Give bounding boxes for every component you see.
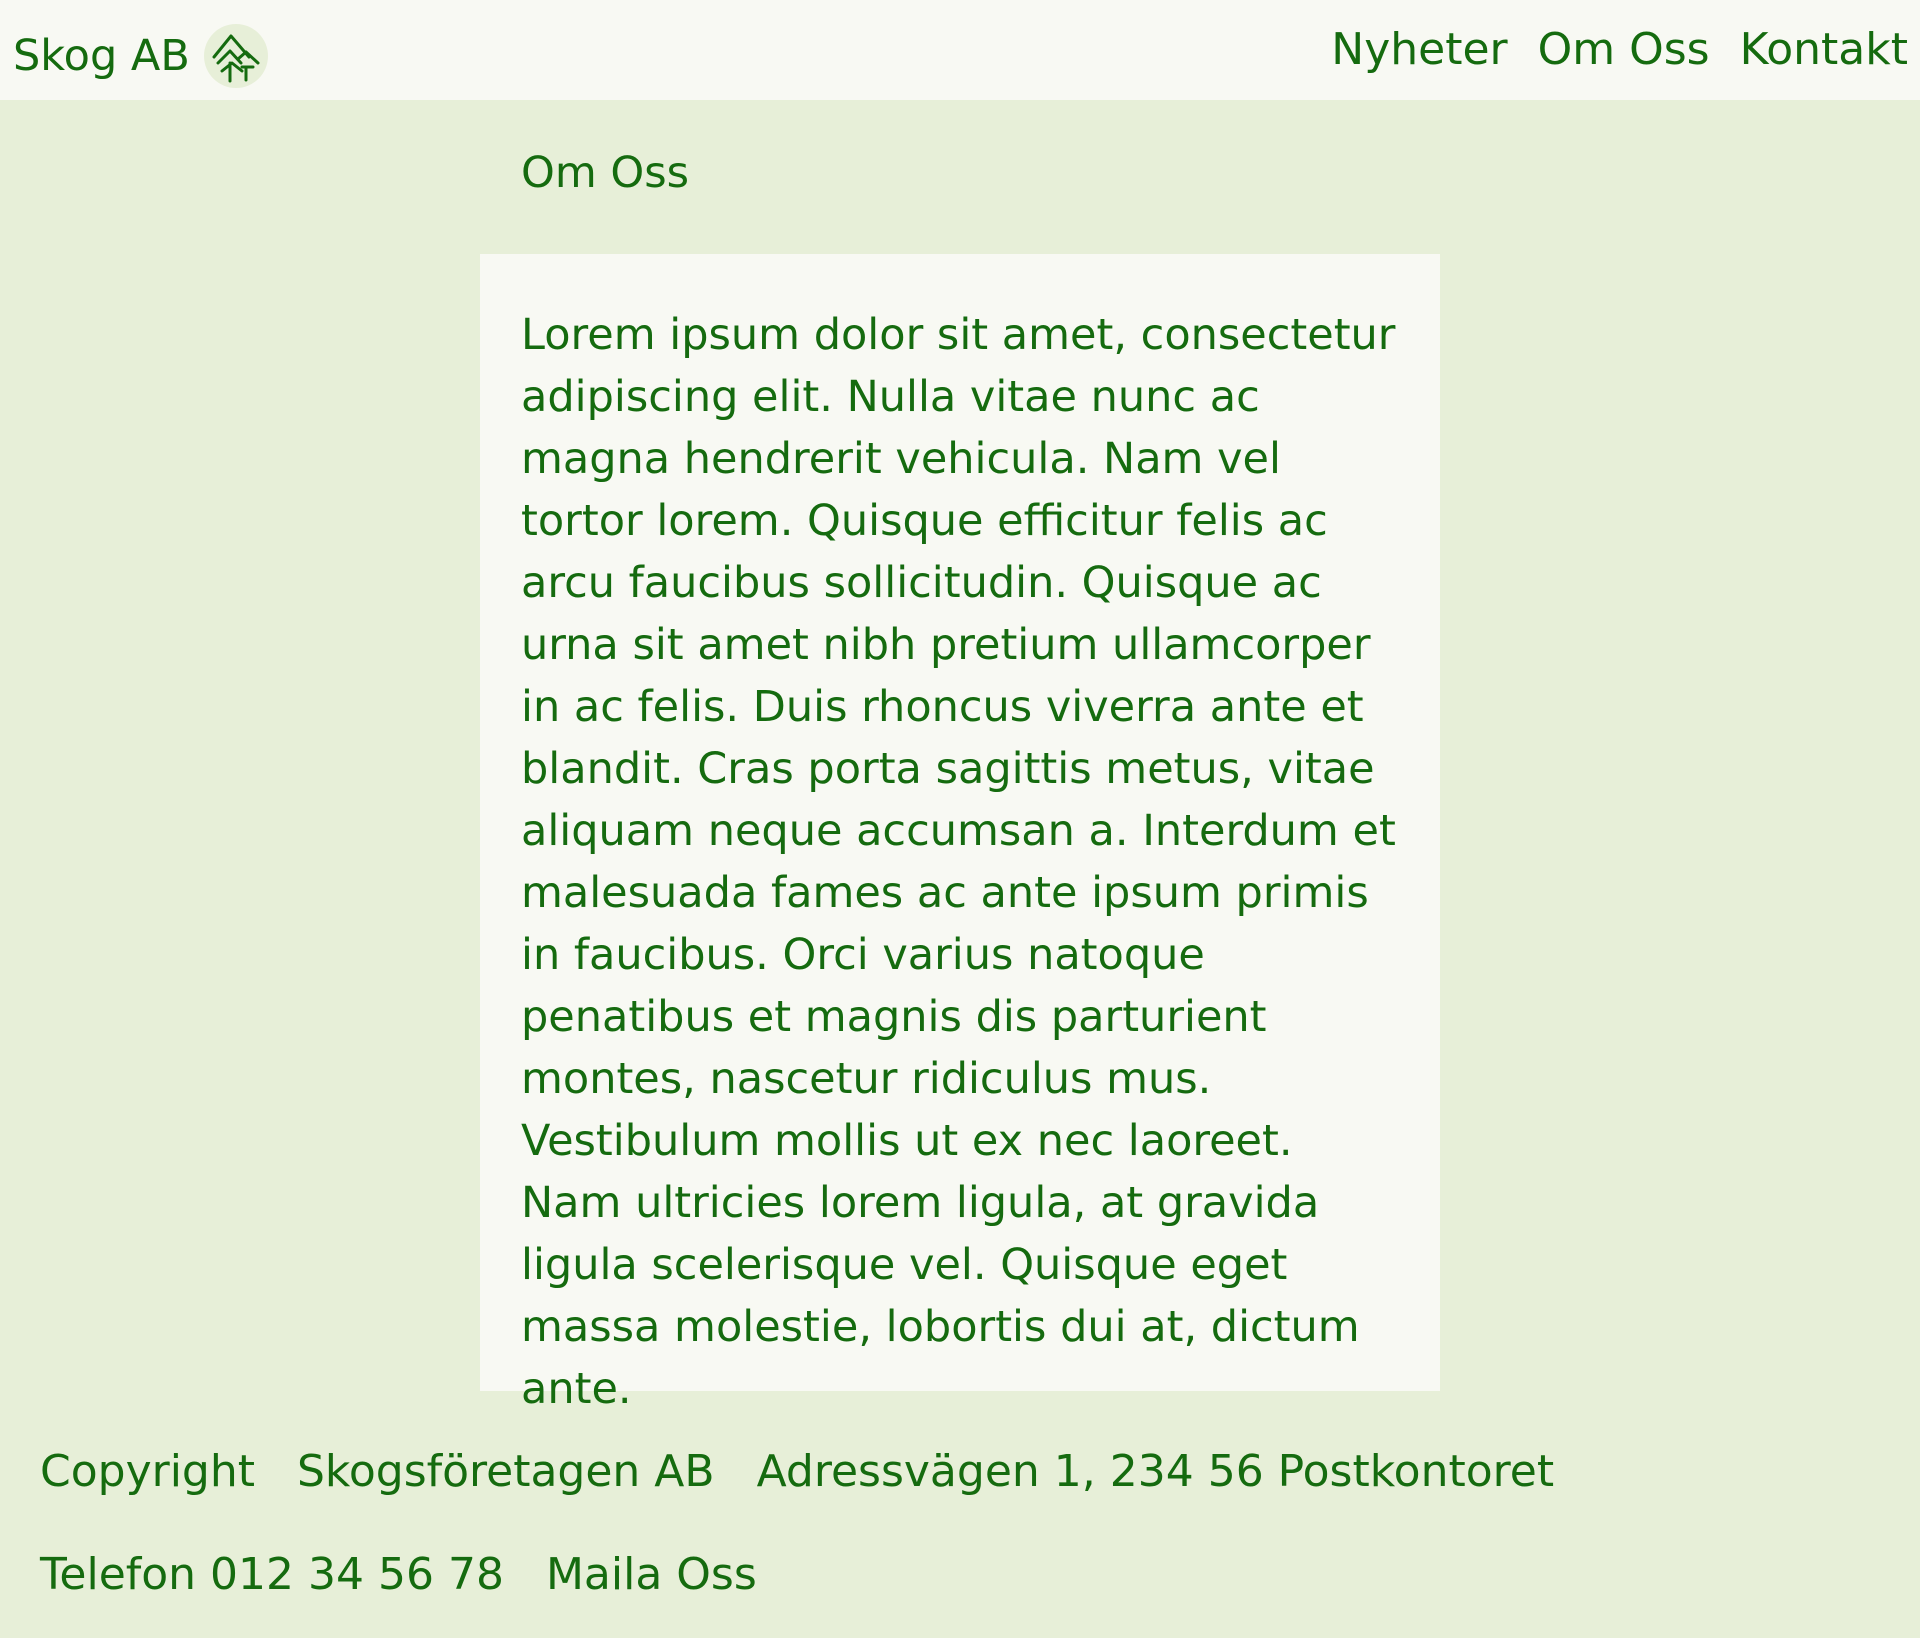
about-content-card: Lorem ipsum dolor sit amet, consectetur … (480, 254, 1440, 1414)
main-navigation: Nyheter Om Oss Kontakt (1331, 24, 1908, 76)
brand-home-link[interactable]: Skog AB (13, 24, 268, 88)
footer-contact-row: Telefon 012 34 56 78 Maila Oss (40, 1549, 757, 1601)
nav-link-nyheter[interactable]: Nyheter (1331, 24, 1507, 76)
phone-number: Telefon 012 34 56 78 (40, 1549, 504, 1600)
site-header: Skog AB Nyheter Om Oss Kontakt (0, 0, 1920, 100)
page-title: Om Oss (521, 148, 690, 198)
company-address: Adressvägen 1, 234 56 Postkontoret (756, 1446, 1555, 1497)
brand-name: Skog AB (13, 31, 190, 81)
forest-trees-icon (203, 24, 268, 88)
nav-link-kontakt[interactable]: Kontakt (1740, 24, 1908, 76)
footer-info-row: Copyright Skogsföretagen AB Adressvägen … (40, 1446, 1554, 1498)
about-paragraph: Lorem ipsum dolor sit amet, consectetur … (521, 310, 1396, 1414)
company-name: Skogsföretagen AB (297, 1446, 715, 1497)
copyright-text: Copyright (40, 1446, 255, 1497)
nav-link-om-oss[interactable]: Om Oss (1538, 24, 1710, 76)
email-link[interactable]: Maila Oss (546, 1549, 757, 1601)
